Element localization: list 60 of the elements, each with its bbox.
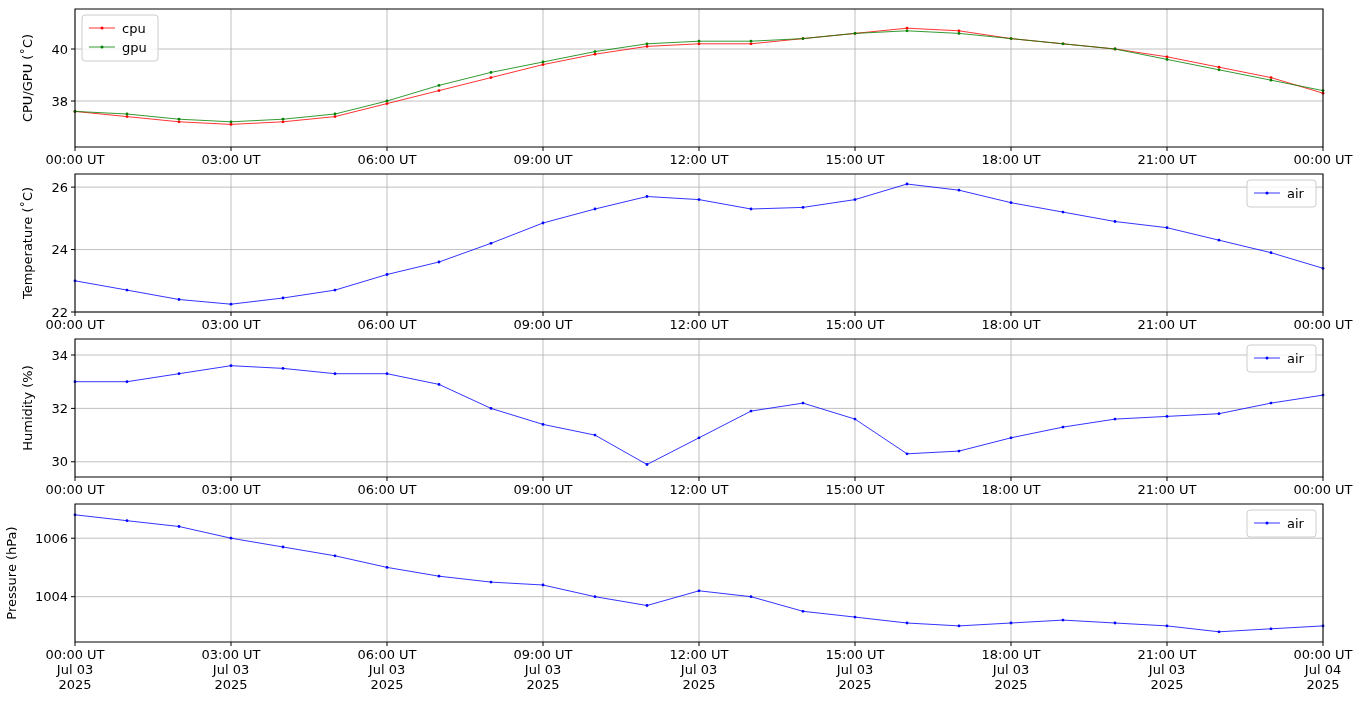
- y-tick-label: 32: [51, 400, 68, 416]
- legend-label: air: [1287, 351, 1305, 366]
- y-tick-label: 30: [51, 454, 68, 470]
- legend-label: air: [1287, 186, 1305, 201]
- x-tick-label: 06:00 UT: [357, 317, 417, 330]
- x-tick-label: 21:00 UT: [1137, 317, 1197, 330]
- legend-label: cpu: [122, 21, 146, 36]
- y-axis-ticks: [70, 537, 76, 598]
- x-tick-label: 03:00 UT: [201, 482, 261, 495]
- y-axis-ticks: [70, 48, 76, 102]
- legend: air: [1246, 179, 1317, 208]
- x-tick-label: 12:00 UT: [669, 152, 729, 165]
- x-tick-label: 15:00 UT Jul 03 2025: [825, 647, 885, 690]
- x-tick-label: 18:00 UT: [981, 317, 1041, 330]
- x-tick-label: 00:00 UT: [45, 482, 105, 495]
- x-tick-label: 00:00 UT: [45, 152, 105, 165]
- y-tick-label: 1006: [34, 530, 68, 546]
- x-tick-label: 00:00 UT: [1293, 317, 1353, 330]
- x-tick-label: 03:00 UT: [201, 317, 261, 330]
- x-tick-label: 03:00 UT: [201, 152, 261, 165]
- x-tick-label: 12:00 UT: [669, 317, 729, 330]
- x-tick-label: 12:00 UT Jul 03 2025: [669, 647, 729, 690]
- x-tick-label: 18:00 UT: [981, 482, 1041, 495]
- y-axis-title: Humidity (%): [20, 365, 35, 451]
- x-tick-label: 09:00 UT: [513, 482, 573, 495]
- x-tick-label: 03:00 UT Jul 03 2025: [201, 647, 261, 690]
- y-tick-label: 40: [51, 41, 68, 57]
- x-tick-label: 21:00 UT Jul 03 2025: [1137, 647, 1197, 690]
- x-tick-label: 09:00 UT: [513, 152, 573, 165]
- x-tick-label: 15:00 UT: [825, 482, 885, 495]
- x-tick-label: 00:00 UT Jul 03 2025: [45, 647, 105, 690]
- x-tick-label: 21:00 UT: [1137, 152, 1197, 165]
- x-tick-label: 15:00 UT: [825, 317, 885, 330]
- x-tick-label: 21:00 UT: [1137, 482, 1197, 495]
- legend-label: gpu: [122, 40, 147, 55]
- x-tick-label: 06:00 UT: [357, 152, 417, 165]
- x-tick-label: 18:00 UT Jul 03 2025: [981, 647, 1041, 690]
- x-tick-label: 18:00 UT: [981, 152, 1041, 165]
- x-tick-label: 12:00 UT: [669, 482, 729, 495]
- y-tick-label: 1004: [34, 589, 68, 605]
- y-tick-label: 22: [51, 304, 68, 320]
- legend: air: [1246, 509, 1317, 538]
- y-axis-title: CPU/GPU (˚C): [20, 33, 35, 123]
- y-axis-title: Temperature (˚C): [20, 186, 35, 300]
- y-axis-title: Pressure (hPa): [4, 526, 19, 620]
- x-tick-label: 00:00 UT: [45, 317, 105, 330]
- legend: air: [1246, 344, 1317, 373]
- y-tick-label: 38: [51, 93, 68, 109]
- legend-label: air: [1287, 516, 1305, 531]
- x-tick-label: 06:00 UT Jul 03 2025: [357, 647, 417, 690]
- y-tick-label: 24: [51, 242, 68, 258]
- x-tick-label: 09:00 UT: [513, 317, 573, 330]
- x-tick-label: 00:00 UT: [1293, 152, 1353, 165]
- x-tick-label: 15:00 UT: [825, 152, 885, 165]
- x-tick-label: 09:00 UT Jul 03 2025: [513, 647, 573, 690]
- y-tick-label: 26: [51, 179, 68, 195]
- y-tick-label: 34: [51, 347, 68, 363]
- x-tick-label: 00:00 UT Jul 04 2025: [1293, 647, 1353, 690]
- x-tick-label: 00:00 UT: [1293, 482, 1353, 495]
- x-tick-label: 06:00 UT: [357, 482, 417, 495]
